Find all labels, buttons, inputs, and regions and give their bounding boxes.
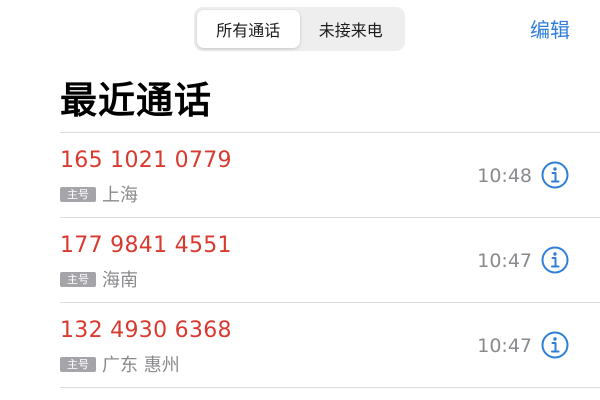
tab-missed-calls[interactable]: 未接来电 — [300, 10, 403, 48]
tab-all-calls[interactable]: 所有通话 — [197, 10, 300, 48]
call-row[interactable]: 177 9841 4551 主号 海南 10:47 — [60, 218, 600, 302]
call-time: 10:47 — [477, 250, 532, 272]
call-time: 10:47 — [477, 335, 532, 357]
call-list: 165 1021 0779 主号 上海 10:48 177 9841 4551 … — [60, 132, 600, 388]
call-row[interactable]: 165 1021 0779 主号 上海 10:48 — [60, 133, 600, 217]
line-tag-badge: 主号 — [60, 271, 96, 287]
divider — [60, 387, 600, 388]
call-meta: 主号 广东 惠州 — [60, 351, 180, 377]
caller-location: 海南 — [102, 270, 138, 291]
call-meta: 主号 海南 — [60, 266, 138, 292]
info-circle-icon[interactable] — [540, 160, 570, 190]
line-tag-badge: 主号 — [60, 186, 96, 202]
phone-number: 165 1021 0779 — [60, 148, 232, 173]
phone-number: 177 9841 4551 — [60, 233, 232, 258]
edit-button[interactable]: 编辑 — [530, 14, 570, 43]
recents-screen: 所有通话 未接来电 编辑 最近通话 165 1021 0779 主号 上海 10… — [0, 0, 600, 400]
phone-number: 132 4930 6368 — [60, 318, 232, 343]
line-tag-badge: 主号 — [60, 356, 96, 372]
call-meta: 主号 上海 — [60, 181, 138, 207]
caller-location: 上海 — [102, 185, 138, 206]
call-time: 10:48 — [477, 165, 532, 187]
call-row[interactable]: 132 4930 6368 主号 广东 惠州 10:47 — [60, 303, 600, 387]
info-circle-icon[interactable] — [540, 245, 570, 275]
page-title: 最近通话 — [60, 79, 212, 122]
info-circle-icon[interactable] — [540, 330, 570, 360]
call-filter-segmented-control: 所有通话 未接来电 — [194, 7, 405, 51]
caller-location: 广东 惠州 — [102, 355, 180, 376]
